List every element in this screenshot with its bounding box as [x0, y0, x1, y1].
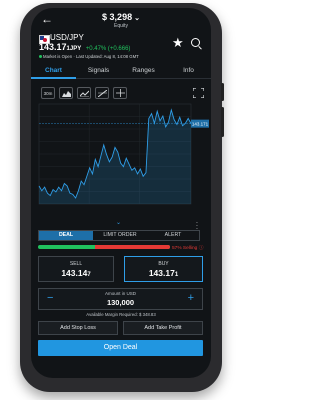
- price-suffix: JPY: [69, 46, 82, 52]
- price-chart[interactable]: 30m 143.171: [31, 80, 211, 220]
- sell-price: 143.147: [39, 268, 113, 278]
- deal-type-tabs: DEAL LIMIT ORDER ALERT: [38, 230, 200, 241]
- chart-canvas: 143.171: [38, 103, 209, 205]
- tab-bar: Chart Signals Ranges Info: [31, 64, 211, 79]
- add-take-profit-button[interactable]: Add Take Profit: [123, 321, 203, 335]
- account-label: Equity: [114, 23, 128, 29]
- tab-ranges[interactable]: Ranges: [121, 67, 166, 74]
- instrument-header: USD/JPY 143.171JPY +0.47% (+0.666) Marke…: [31, 32, 211, 62]
- market-status: Market is Open · Last Updated: Aug 8, 14…: [39, 54, 139, 59]
- tab-info[interactable]: Info: [166, 67, 211, 74]
- margin-required: Available Margin Required: $ 348.83: [86, 312, 156, 317]
- sell-button[interactable]: SELL 143.147: [38, 256, 114, 282]
- sentiment-bar: [38, 245, 170, 249]
- increase-amount-button[interactable]: +: [188, 292, 194, 304]
- more-vertical-icon[interactable]: ...: [196, 218, 198, 231]
- chevron-down-icon: ⌄: [134, 15, 140, 22]
- sentiment-label: 57% Selling ⓘ: [172, 244, 204, 251]
- sell-price-small: 7: [87, 272, 91, 278]
- info-icon[interactable]: ⓘ: [199, 246, 204, 251]
- price-main: 143.17: [39, 42, 67, 52]
- price-change: +0.47% (+0.666): [85, 46, 131, 52]
- search-icon[interactable]: [191, 38, 200, 47]
- sell-price-main: 143.14: [61, 268, 88, 278]
- status-dot-icon: [39, 55, 42, 58]
- deal-tab-limit-order[interactable]: LIMIT ORDER: [93, 231, 147, 240]
- tab-signals[interactable]: Signals: [76, 67, 121, 74]
- instrument-symbol: USD/JPY: [50, 33, 84, 42]
- volume-button: [221, 83, 224, 101]
- buy-button[interactable]: BUY 143.171: [124, 256, 203, 282]
- top-bar: ← $ 3,298 ⌄ Equity: [31, 8, 211, 32]
- amount-label: Amount in USD: [104, 291, 136, 296]
- deal-tab-deal[interactable]: DEAL: [39, 231, 93, 240]
- deal-tab-alert[interactable]: ALERT: [147, 231, 199, 240]
- tab-chart[interactable]: Chart: [31, 67, 76, 74]
- active-tab-indicator: [31, 77, 76, 79]
- sell-label: SELL: [69, 261, 83, 267]
- power-button: [221, 107, 224, 137]
- amount-stepper: − Amount in USD 130,000 +: [38, 288, 203, 310]
- market-status-text: Market is Open · Last Updated: Aug 8, 14…: [43, 54, 139, 59]
- buy-price: 143.171: [125, 268, 202, 278]
- buy-label: BUY: [158, 261, 169, 267]
- open-deal-button[interactable]: Open Deal: [38, 340, 203, 356]
- balance-value: $ 3,298: [102, 12, 133, 22]
- balance-selector[interactable]: $ 3,298 ⌄: [31, 12, 211, 22]
- sentiment-sell-fill: [94, 245, 170, 249]
- app-screen: ← $ 3,298 ⌄ Equity USD/JPY 143.171JPY +0.…: [31, 8, 211, 378]
- add-stop-loss-button[interactable]: Add Stop Loss: [38, 321, 118, 335]
- amount-input[interactable]: 130,000: [39, 298, 202, 307]
- current-price-label: 143.171: [192, 122, 209, 127]
- buy-price-small: 1: [174, 272, 179, 278]
- instrument-price: 143.171JPY +0.47% (+0.666): [39, 42, 130, 52]
- sentiment-text: 57% Selling: [172, 246, 198, 251]
- buy-price-main: 143.17: [148, 268, 175, 278]
- chevron-down-icon[interactable]: ⌄: [116, 219, 121, 226]
- star-icon[interactable]: ★: [172, 35, 184, 51]
